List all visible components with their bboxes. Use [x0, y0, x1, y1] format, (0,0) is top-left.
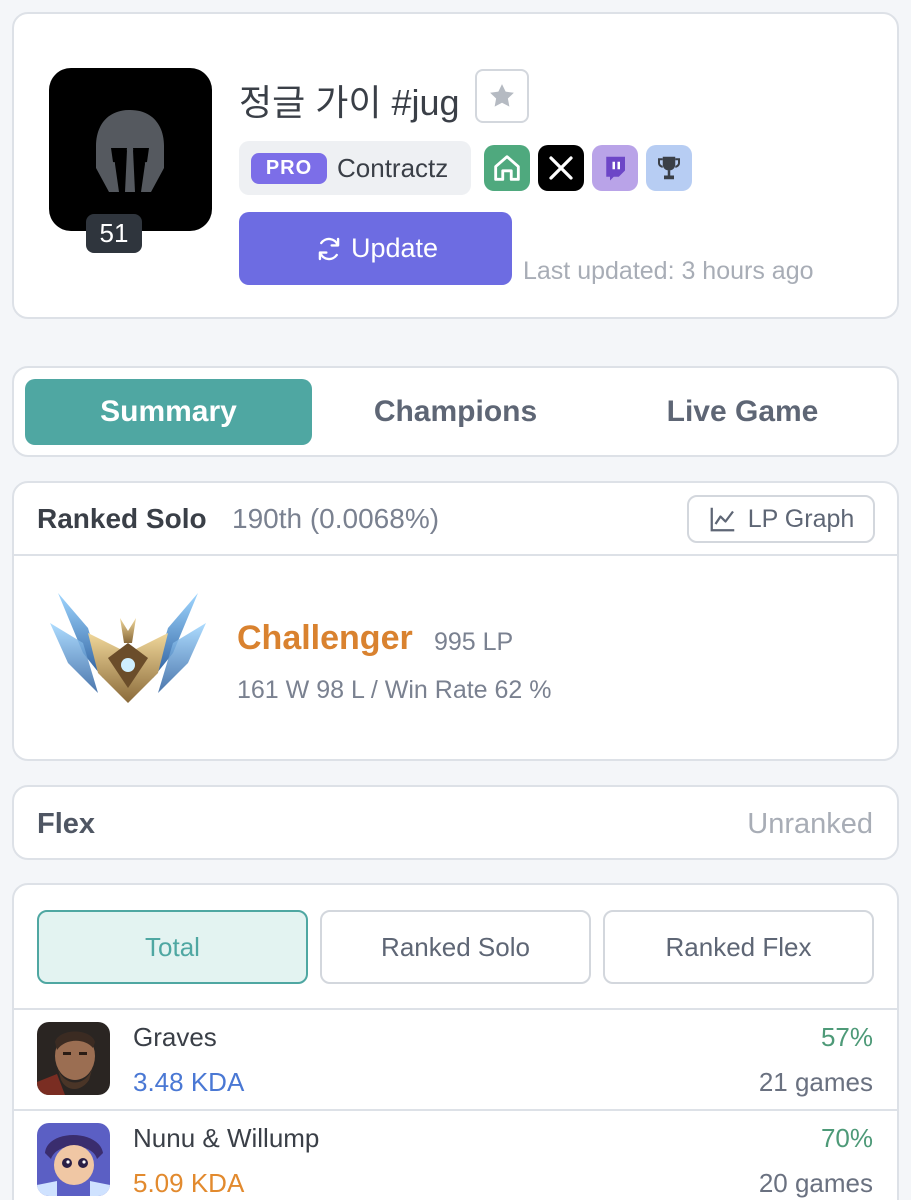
filter-ranked-flex-button[interactable]: Ranked Flex: [603, 910, 874, 984]
nunu-portrait-icon: [37, 1123, 110, 1196]
filter-ranked-solo-button[interactable]: Ranked Solo: [320, 910, 591, 984]
line-chart-icon: [710, 507, 734, 532]
ranked-solo-rank: 190th (0.0068%): [232, 503, 440, 534]
helmet-icon: [96, 110, 164, 192]
twitch-icon: [606, 156, 625, 181]
ranked-solo-card: Ranked Solo 190th (0.0068%) LP Graph Cha…: [12, 481, 899, 761]
champion-name: Graves: [133, 1022, 217, 1052]
champion-games: 20 games: [758, 1168, 873, 1198]
star-icon: [490, 84, 514, 107]
pro-badge: PRO: [251, 153, 327, 184]
update-button[interactable]: Update: [239, 212, 512, 285]
tab-champions[interactable]: Champions: [312, 379, 599, 445]
champion-winrate: 70%: [820, 1123, 873, 1153]
trophy-link[interactable]: [646, 145, 692, 191]
x-link[interactable]: [538, 145, 584, 191]
challenger-emblem-icon: [50, 593, 206, 703]
flex-status: Unranked: [747, 808, 873, 840]
x-icon: [549, 156, 573, 180]
champion-games: 21 games: [758, 1067, 873, 1097]
summoner-name: 정글 가이 #jug: [239, 74, 460, 126]
summoner-name-text: 정글 가이: [239, 82, 382, 123]
champion-kda: 3.48 KDA: [133, 1067, 245, 1097]
flex-card: Flex Unranked: [12, 785, 899, 860]
champion-name: Nunu & Willump: [133, 1123, 320, 1153]
favorite-button[interactable]: [475, 69, 529, 123]
lp-graph-button[interactable]: LP Graph: [687, 495, 875, 543]
flex-title: Flex: [37, 808, 96, 840]
tier-name: Challenger: [237, 619, 413, 657]
ranked-solo-title: Ranked Solo: [37, 503, 207, 534]
pro-player-name: Contractz: [337, 153, 449, 183]
graves-portrait-icon: [37, 1022, 110, 1095]
update-label: Update: [350, 233, 439, 263]
profile-card: 51 정글 가이 #jug PRO Contractz Update Last …: [12, 12, 899, 319]
champion-kda: 5.09 KDA: [133, 1168, 245, 1198]
champion-winrate: 57%: [820, 1022, 873, 1052]
last-updated-text: Last updated: 3 hours ago: [523, 257, 814, 285]
champion-stats-card: Total Ranked Solo Ranked Flex Graves 3.4…: [12, 883, 899, 1200]
tab-summary[interactable]: Summary: [25, 379, 312, 445]
twitch-link[interactable]: [592, 145, 638, 191]
refresh-icon: [318, 237, 340, 260]
main-tabs: Summary Champions Live Game: [12, 366, 899, 457]
pro-player-tag[interactable]: PRO Contractz: [239, 141, 471, 195]
champion-row[interactable]: Graves 3.48 KDA 57% 21 games: [14, 1008, 897, 1109]
home-link[interactable]: [484, 145, 530, 191]
summoner-tag: #jug: [391, 82, 460, 123]
trophy-icon: [658, 156, 680, 180]
ranked-solo-header: Ranked Solo 190th (0.0068%) LP Graph: [14, 483, 897, 556]
home-icon: [494, 155, 520, 181]
champion-row[interactable]: Nunu & Willump 5.09 KDA 70% 20 games: [14, 1109, 897, 1200]
filter-total-button[interactable]: Total: [37, 910, 308, 984]
win-loss-record: 161 W 98 L / Win Rate 62 %: [237, 676, 552, 704]
tab-live-game[interactable]: Live Game: [599, 379, 886, 445]
level-badge: 51: [86, 214, 142, 253]
league-points: 995 LP: [434, 628, 514, 656]
profile-avatar: [49, 68, 212, 231]
lp-graph-label: LP Graph: [747, 504, 855, 533]
